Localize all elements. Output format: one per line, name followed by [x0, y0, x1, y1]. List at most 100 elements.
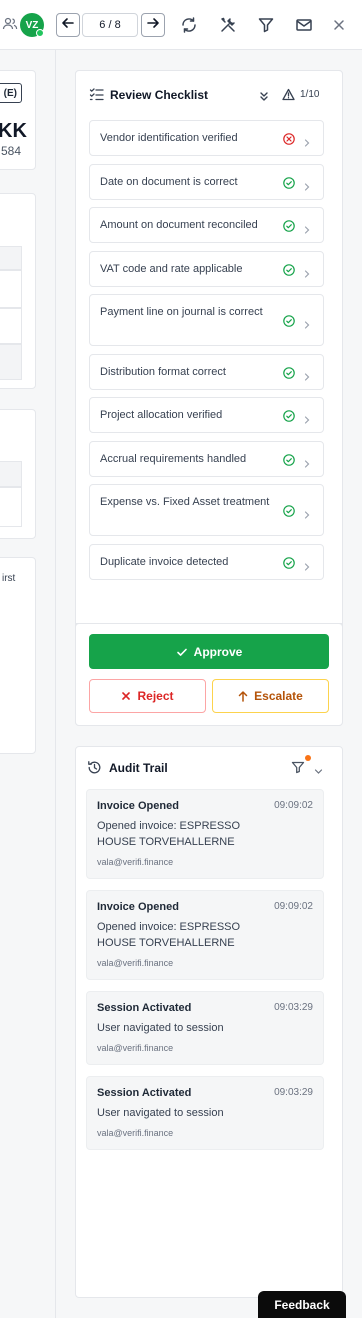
audit-entry-user: vala@verifi.finance	[97, 857, 174, 867]
checklist-item-label: Distribution format correct	[100, 366, 226, 378]
close-icon[interactable]	[329, 15, 349, 35]
audit-entry-description: Opened invoice: ESPRESSO HOUSE TORVEHALL…	[97, 921, 241, 949]
collapse-all-icon[interactable]	[258, 89, 270, 107]
x-icon	[121, 691, 131, 701]
details-table-row	[0, 308, 22, 344]
chevron-right-icon	[303, 134, 311, 147]
fail-x-circle-icon	[283, 132, 295, 145]
checklist-item-vat-code[interactable]: VAT code and rate applicable	[89, 251, 324, 287]
history-icon	[87, 760, 102, 775]
pass-check-circle-icon	[283, 556, 295, 569]
avatar-initials: VZ	[25, 19, 39, 31]
filter-icon[interactable]	[256, 15, 276, 35]
feedback-button[interactable]: Feedback	[258, 1291, 346, 1318]
check-icon	[176, 646, 188, 658]
audit-entry-time: 09:03:29	[274, 1002, 313, 1013]
escalate-button[interactable]: Escalate	[212, 679, 329, 713]
checklist-item-duplicate-invoice[interactable]: Duplicate invoice detected	[89, 544, 324, 580]
chevron-right-icon	[303, 455, 311, 468]
checklist-item-label: Amount on document reconciled	[100, 219, 258, 231]
audit-entry-title: Invoice Opened	[97, 901, 179, 913]
lines-table-row	[0, 487, 22, 527]
chevron-right-icon	[303, 368, 311, 381]
approve-label: Approve	[193, 644, 243, 659]
checklist-item-amount-reconciled[interactable]: Amount on document reconciled	[89, 207, 324, 243]
checklist-item-label: Project allocation verified	[100, 409, 223, 421]
document-type-badge: (E)	[0, 83, 22, 103]
chevron-right-icon	[303, 178, 311, 191]
pass-check-circle-icon	[283, 219, 295, 232]
checklist-item-label: Duplicate invoice detected	[100, 556, 229, 568]
checklist-icon	[89, 87, 104, 102]
chevron-down-icon[interactable]	[314, 763, 323, 781]
chevron-right-icon	[303, 506, 311, 519]
pass-check-circle-icon	[283, 176, 295, 189]
reject-button[interactable]: Reject	[89, 679, 206, 713]
audit-entry-time: 09:09:02	[274, 901, 313, 912]
checklist-item-vendor-identification[interactable]: Vendor identification verified	[89, 120, 324, 156]
audit-entry: Invoice Opened 09:09:02 Opened invoice: …	[86, 890, 324, 980]
refresh-icon[interactable]	[179, 15, 199, 35]
notes-text: irst	[2, 573, 16, 584]
chevron-right-icon	[303, 265, 311, 278]
checklist-item-project-allocation[interactable]: Project allocation verified	[89, 397, 324, 433]
details-table-row	[0, 344, 22, 380]
tools-icon[interactable]	[218, 15, 238, 35]
audit-entry-user: vala@verifi.finance	[97, 1043, 174, 1053]
audit-entry-user: vala@verifi.finance	[97, 958, 174, 968]
details-table-header	[0, 246, 22, 270]
checklist-item-label: Payment line on journal is correct	[100, 306, 263, 318]
currency-text: KK	[0, 120, 27, 142]
audit-filter-icon[interactable]	[291, 760, 305, 779]
reject-label: Reject	[137, 689, 174, 703]
next-invoice-button[interactable]	[141, 13, 165, 37]
audit-entry-description: User navigated to session	[97, 1107, 224, 1119]
users-icon[interactable]	[2, 16, 18, 32]
previous-invoice-button[interactable]	[56, 13, 80, 37]
app-root: VZ 6 / 8 (E) KK 584 irst Review Checklis…	[0, 0, 362, 1318]
pass-check-circle-icon	[283, 453, 295, 466]
warning-icon	[282, 88, 295, 106]
chevron-right-icon	[303, 558, 311, 571]
arrow-left-icon	[61, 16, 75, 35]
audit-entry-time: 09:09:02	[274, 800, 313, 811]
checklist-item-expense-vs-fixed-asset[interactable]: Expense vs. Fixed Asset treatment	[89, 484, 324, 536]
audit-entry-user: vala@verifi.finance	[97, 1128, 174, 1138]
audit-trail-title: Audit Trail	[109, 760, 168, 775]
checklist-header: Review Checklist	[89, 87, 208, 102]
arrow-up-icon	[238, 690, 248, 702]
invoice-number-text: 584	[1, 144, 22, 158]
feedback-label: Feedback	[274, 1297, 330, 1312]
pass-check-circle-icon	[283, 263, 295, 276]
checklist-item-document-date[interactable]: Date on document is correct	[89, 164, 324, 200]
checklist-item-label: Vendor identification verified	[100, 132, 238, 144]
chevron-right-icon	[303, 221, 311, 234]
lines-table-header	[0, 461, 22, 487]
pass-check-circle-icon	[283, 314, 295, 327]
chevron-right-icon	[303, 316, 311, 329]
chevron-right-icon	[303, 411, 311, 424]
notes-panel	[0, 557, 36, 754]
approve-button[interactable]: Approve	[89, 634, 329, 669]
audit-entry-title: Session Activated	[97, 1087, 192, 1099]
checklist-item-accrual-requirements[interactable]: Accrual requirements handled	[89, 441, 324, 477]
arrow-right-icon	[146, 16, 160, 35]
column-divider	[55, 50, 56, 1318]
online-status-dot	[36, 29, 44, 37]
checklist-item-label: Expense vs. Fixed Asset treatment	[100, 496, 270, 508]
audit-entry: Session Activated 09:03:29 User navigate…	[86, 991, 324, 1065]
mail-icon[interactable]	[294, 15, 314, 35]
pass-check-circle-icon	[283, 366, 295, 379]
pager-indicator[interactable]: 6 / 8	[82, 13, 138, 37]
checklist-item-label: VAT code and rate applicable	[100, 263, 243, 275]
checklist-item-distribution-format[interactable]: Distribution format correct	[89, 354, 324, 390]
pass-check-circle-icon	[283, 409, 295, 422]
pass-check-circle-icon	[283, 504, 295, 517]
badge-text: (E)	[3, 87, 17, 99]
details-table-row	[0, 270, 22, 308]
audit-entry-description: Opened invoice: ESPRESSO HOUSE TORVEHALL…	[97, 820, 241, 848]
audit-entry-description: User navigated to session	[97, 1022, 224, 1034]
checklist-item-label: Accrual requirements handled	[100, 453, 247, 465]
audit-trail-header: Audit Trail	[87, 760, 168, 775]
checklist-item-payment-line[interactable]: Payment line on journal is correct	[89, 294, 324, 346]
